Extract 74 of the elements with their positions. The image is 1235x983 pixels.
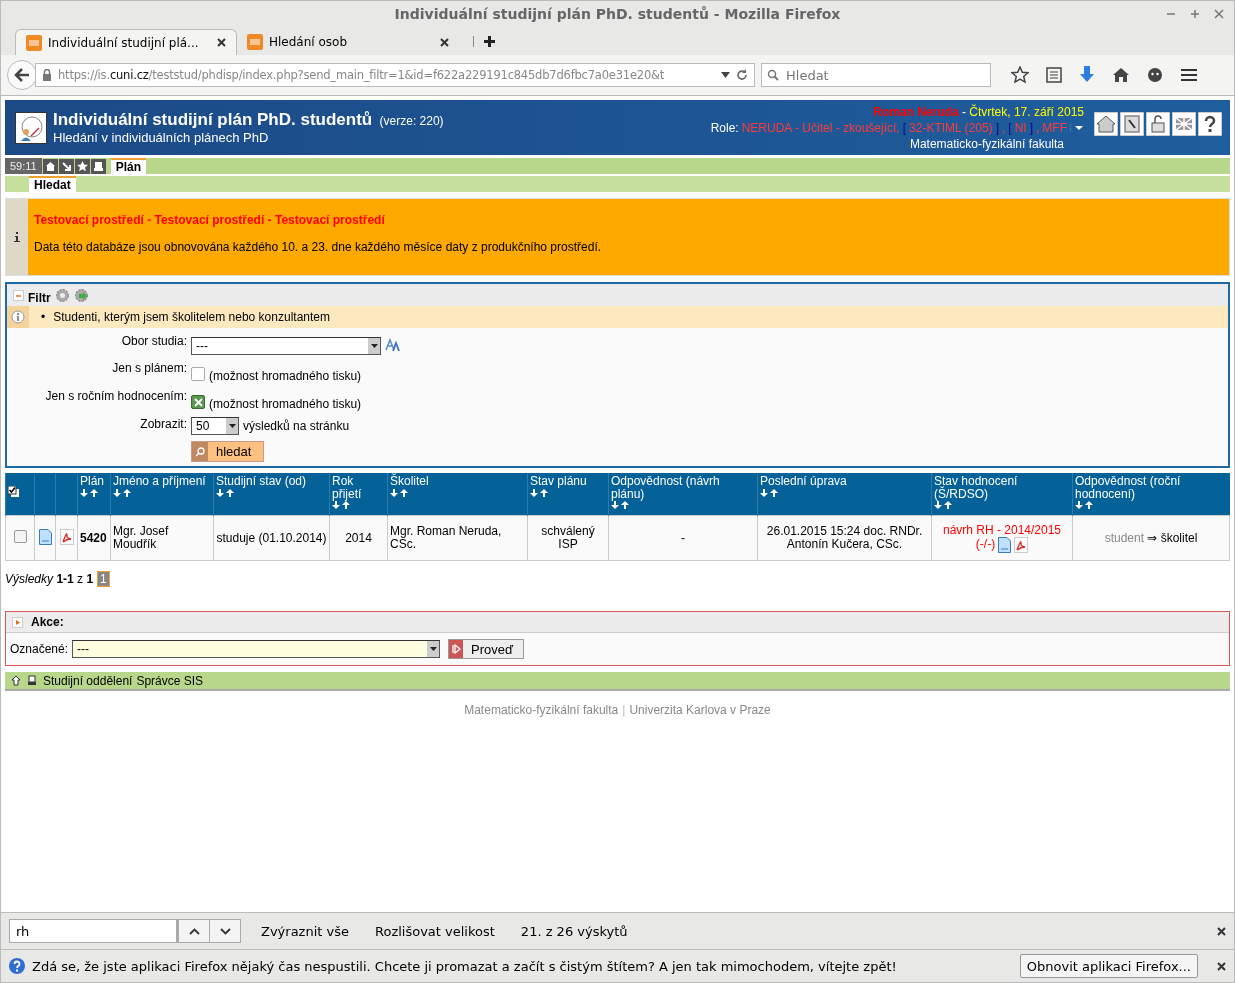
field-label: Označené: bbox=[10, 642, 69, 656]
field-label: Jen s ročním hodnocením: bbox=[44, 389, 187, 405]
results-summary: Výsledky 1-1 z 1 bbox=[5, 572, 94, 586]
footer-link[interactable]: Univerzita Karlova v Praze bbox=[629, 703, 771, 717]
browser-tab[interactable]: Hledání osob bbox=[237, 29, 459, 55]
separator-text: | bbox=[622, 703, 626, 717]
refresh-firefox-button[interactable]: Obnovit aplikaci Firefox... bbox=[1019, 954, 1198, 978]
column-header[interactable]: Poslední úprava bbox=[757, 473, 932, 516]
field-label: Zobrazit: bbox=[139, 417, 187, 433]
bracket-text: [ bbox=[902, 120, 907, 135]
column-header[interactable]: Plán bbox=[77, 473, 111, 516]
find-field[interactable]: rh bbox=[9, 919, 177, 943]
page-link[interactable]: 1 bbox=[97, 571, 110, 587]
faculty-name: Matematicko-fyzikální fakulta bbox=[908, 136, 1064, 151]
column-header[interactable]: Odpovědnost (roční hodnocení) bbox=[1072, 473, 1230, 516]
footer-link[interactable]: Správce SIS bbox=[136, 673, 204, 688]
highlight-all-button[interactable]: Zvýraznit vše bbox=[261, 923, 349, 939]
table-cell: 2014 bbox=[329, 515, 388, 561]
responsibility-to: školitel bbox=[1160, 530, 1198, 545]
nav-tab[interactable]: Plán bbox=[110, 158, 147, 174]
bracket-text: [ bbox=[1008, 120, 1012, 135]
browser-tab[interactable]: Individuální studijní plá... bbox=[15, 29, 237, 55]
bullet-text: • bbox=[41, 310, 46, 324]
table-cell: 26.01.2015 15:24 doc. RNDr. Antonín Kučera, CSc. bbox=[757, 515, 932, 561]
footer-link[interactable]: Matematicko-fyzikální fakulta bbox=[464, 703, 619, 717]
separator-text: - bbox=[961, 104, 966, 119]
match-case-button[interactable]: Rozlišovat velikost bbox=[375, 923, 495, 939]
date-label: Čtvrtek, 17. září 2015 bbox=[969, 104, 1084, 119]
responsibility-from: student bbox=[1104, 530, 1144, 545]
notification-text: Zdá se, že jste aplikaci Firefox nějaký čas nespustili. Chcete ji promazat a začít s čistým štítem? A jen tak mimochodem, vítejte zpět! bbox=[32, 958, 898, 974]
url-field[interactable]: https://is.cuni.cz/teststud/phdisp/index.php?send_main_filtr=1&id=f622a229191c845db7d6fbc7a0e31e20&t bbox=[35, 63, 755, 87]
search-field[interactable]: Hledat bbox=[761, 63, 991, 87]
column-header[interactable]: Odpovědnost (návrh plánu) bbox=[608, 473, 758, 516]
checkbox-note: (možnost hromadného tisku) bbox=[209, 369, 362, 383]
table-cell: schválený ISP bbox=[527, 515, 609, 561]
column-header[interactable]: Stav plánu bbox=[527, 473, 609, 516]
arrow-text: ⇒ bbox=[1147, 530, 1158, 545]
footer-link[interactable]: Studijní oddělení bbox=[43, 673, 133, 688]
column-header[interactable]: Rok přijetí bbox=[329, 473, 388, 516]
find-result: 21. z 26 výskytů bbox=[520, 923, 629, 939]
table-cell: Mgr. Roman Neruda, CSc. bbox=[387, 515, 528, 561]
table-cell: studuje (01.10.2014) bbox=[213, 515, 330, 561]
filter-title: Filtr bbox=[28, 291, 51, 305]
notice-title: Testovací prostředí - Testovací prostředí - Testovací prostředí bbox=[34, 213, 386, 227]
evaluation-score: (-/-) bbox=[975, 538, 996, 551]
field-select[interactable]: --- bbox=[191, 337, 381, 355]
column-header[interactable]: Studijní stav (od) bbox=[213, 473, 330, 516]
page-subtitle: Hledání v individuálních plánech PhD bbox=[53, 130, 270, 145]
window-title: Individuální studijní plán PhD. studentů - Mozilla Firefox bbox=[394, 6, 841, 22]
bracket-text: ] bbox=[1029, 120, 1033, 135]
bracket-text: ] bbox=[995, 120, 999, 135]
table-cell: 5420 bbox=[77, 515, 111, 561]
role-label: Role: bbox=[710, 120, 739, 135]
field-label: Obor studia: bbox=[120, 334, 187, 350]
checkbox-note: (možnost hromadného tisku) bbox=[209, 397, 362, 411]
info-text: Studenti, kterým jsem školitelem nebo konzultantem bbox=[53, 310, 330, 324]
notice-text: Data této databáze jsou obnovována každého 10. a 23. dne každého měsíce daty z produkčního prostředí. bbox=[34, 240, 602, 254]
table-cell: - bbox=[608, 515, 758, 561]
session-timer: 59:11 bbox=[5, 158, 42, 174]
column-header[interactable]: Jméno a příjmení bbox=[110, 473, 214, 516]
column-header[interactable]: Školitel bbox=[387, 473, 528, 516]
action-select[interactable]: --- bbox=[72, 640, 441, 658]
field-label: Jen s plánem: bbox=[111, 361, 187, 377]
execute-button[interactable]: Proveď bbox=[448, 639, 524, 659]
version-label: (verze: 220) bbox=[379, 114, 444, 128]
search-button[interactable]: hledat bbox=[191, 441, 265, 462]
table-cell[interactable]: Mgr. Josef Moudřík bbox=[110, 515, 214, 561]
nav-tab[interactable]: Hledat bbox=[29, 176, 76, 192]
page-title: Individuální studijní plán PhD. studentů bbox=[53, 110, 373, 129]
evaluation-link[interactable]: návrh RH - 2014/2015 bbox=[934, 523, 1070, 537]
per-page-suffix: výsledků na stránku bbox=[243, 419, 350, 433]
per-page-select[interactable]: 50 bbox=[191, 417, 239, 435]
actions-title: Akce: bbox=[31, 615, 64, 629]
column-header[interactable]: Stav hodnocení (Š/RDSO) bbox=[931, 473, 1073, 516]
